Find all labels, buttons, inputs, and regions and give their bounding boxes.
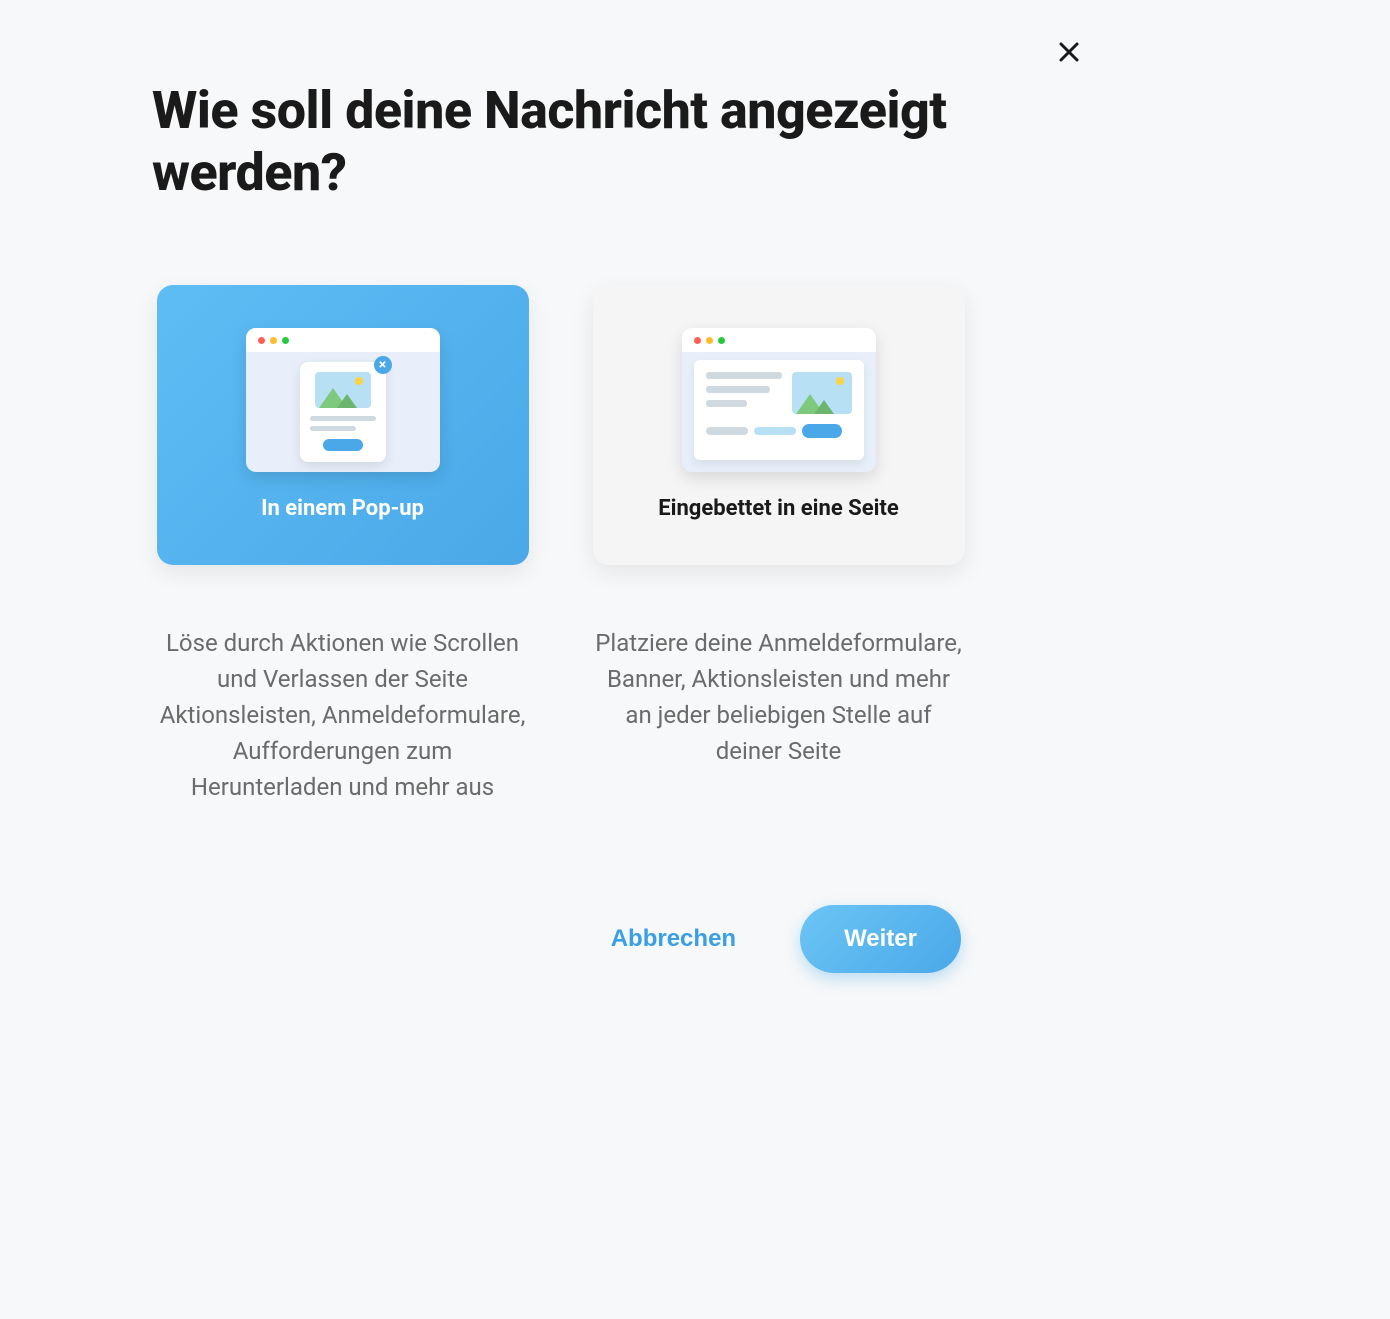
option-popup[interactable]: In einem Pop-up xyxy=(157,285,529,565)
traffic-light-green-icon xyxy=(718,337,725,344)
close-icon xyxy=(1057,40,1081,64)
option-embedded-label: Eingebettet in eine Seite xyxy=(658,496,899,521)
traffic-light-yellow-icon xyxy=(270,337,277,344)
option-popup-description: Löse durch Aktionen wie Scrollen und Ver… xyxy=(157,625,529,805)
continue-button[interactable]: Weiter xyxy=(800,905,961,973)
traffic-light-yellow-icon xyxy=(706,337,713,344)
popup-close-icon xyxy=(374,356,392,374)
modal-dialog: Wie soll deine Nachricht angezeigt werde… xyxy=(0,0,1121,1033)
modal-title: Wie soll deine Nachricht angezeigt werde… xyxy=(152,80,972,205)
close-button[interactable] xyxy=(1053,36,1085,68)
cancel-button[interactable]: Abbrechen xyxy=(587,909,760,969)
traffic-light-green-icon xyxy=(282,337,289,344)
descriptions-container: Löse durch Aktionen wie Scrollen und Ver… xyxy=(40,625,1081,805)
option-popup-label: In einem Pop-up xyxy=(261,496,424,521)
traffic-light-red-icon xyxy=(694,337,701,344)
embedded-illustration xyxy=(682,328,876,472)
option-embedded[interactable]: Eingebettet in eine Seite xyxy=(593,285,965,565)
modal-footer: Abbrechen Weiter xyxy=(40,905,1081,973)
popup-illustration xyxy=(246,328,440,472)
traffic-light-red-icon xyxy=(258,337,265,344)
options-container: In einem Pop-up xyxy=(40,285,1081,565)
option-embedded-description: Platziere deine Anmeldeformulare, Banner… xyxy=(593,625,965,805)
